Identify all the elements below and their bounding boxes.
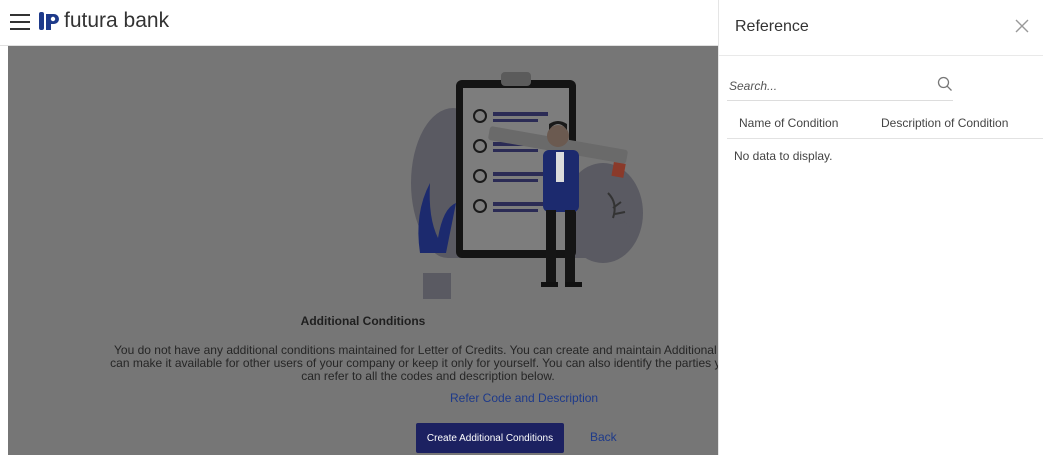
top-header: futura bank (0, 0, 718, 46)
empty-state-title: Additional Conditions (300, 314, 426, 328)
close-icon[interactable] (1014, 18, 1030, 34)
reference-panel: Reference Name of Condition Description … (718, 0, 1043, 455)
create-additional-conditions-button[interactable]: Create Additional Conditions (416, 423, 564, 453)
brand-logo[interactable]: futura bank (38, 9, 169, 33)
column-header-name[interactable]: Name of Condition (739, 116, 838, 130)
search-icon[interactable] (937, 76, 953, 92)
futura-bank-logo-icon (39, 12, 59, 30)
brand-name: futura bank (64, 9, 170, 32)
column-header-description[interactable]: Description of Condition (881, 116, 1008, 130)
refer-code-link[interactable]: Refer Code and Description (450, 391, 598, 405)
search-field (727, 70, 953, 101)
reference-table: Name of Condition Description of Conditi… (727, 106, 1043, 163)
hamburger-menu-icon[interactable] (10, 14, 30, 30)
empty-table-message: No data to display. (734, 149, 833, 163)
main-content-overlay: Additional Conditions You do not have an… (8, 46, 718, 455)
empty-state-description: You do not have any additional condition… (68, 344, 718, 383)
panel-header: Reference (719, 0, 1043, 56)
back-button[interactable]: Back (590, 430, 617, 444)
app-frame: futura bank Additional Conditions You do… (0, 0, 1043, 455)
checklist-illustration (411, 72, 643, 299)
empty-state: Additional Conditions You do not have an… (8, 314, 718, 453)
description-line-3: can refer to all the codes and descripti… (301, 369, 555, 383)
table-header-row: Name of Condition Description of Conditi… (727, 106, 1043, 139)
panel-title: Reference (735, 18, 809, 35)
search-input[interactable] (727, 78, 921, 94)
